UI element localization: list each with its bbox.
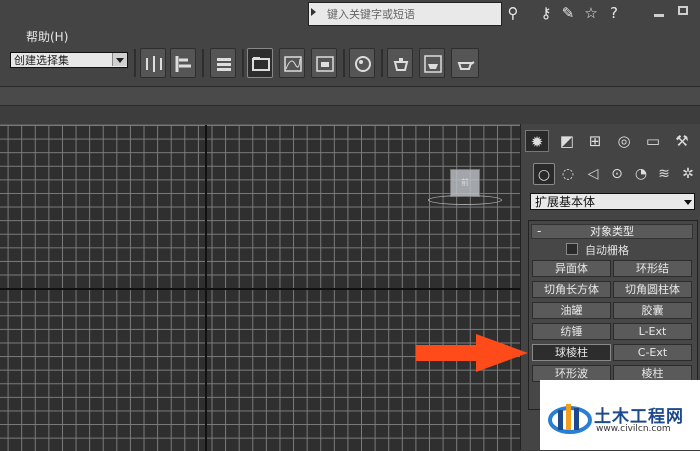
rollout-collapse-icon[interactable]: -: [537, 224, 541, 238]
teapot-frame-icon: [424, 55, 442, 73]
gengon-button[interactable]: 球棱柱: [532, 344, 611, 361]
key-icon[interactable]: ⚷: [536, 3, 556, 23]
cameras-icon[interactable]: ⊙: [606, 163, 628, 185]
chamfer-box-button[interactable]: 切角长方体: [532, 281, 611, 298]
search-expand-icon[interactable]: [311, 8, 316, 16]
rendered-frame-button[interactable]: [419, 48, 445, 78]
search-placeholder: 键入关键字或短语: [327, 8, 415, 21]
render-button[interactable]: [451, 48, 479, 78]
layer-manager-button[interactable]: [210, 48, 236, 78]
display-tab[interactable]: ▭: [641, 130, 665, 152]
space-warps-icon[interactable]: ≋: [653, 163, 675, 185]
oil-tank-button[interactable]: 油罐: [532, 302, 611, 319]
capsule-button[interactable]: 胶囊: [613, 302, 692, 319]
create-tab[interactable]: ✹: [525, 130, 549, 152]
hedra-button[interactable]: 异面体: [532, 260, 611, 277]
grid-axis-horizontal: [0, 288, 520, 290]
binoculars-icon[interactable]: ⚲: [503, 3, 523, 23]
object-category-dropdown[interactable]: 扩展基本体: [530, 193, 695, 210]
autogrid-label: 自动栅格: [585, 244, 629, 257]
render-setup-button[interactable]: [387, 48, 413, 78]
c-ext-button[interactable]: C-Ext: [613, 344, 692, 361]
scene-explorer-button[interactable]: [247, 48, 273, 78]
curve-editor-button[interactable]: [279, 48, 305, 78]
autogrid-checkbox[interactable]: [566, 243, 578, 255]
teapot-icon: [457, 61, 475, 70]
schematic-view-button[interactable]: [311, 48, 337, 78]
torus-knot-button[interactable]: 环形结: [613, 260, 692, 277]
systems-icon[interactable]: ✲: [677, 163, 699, 185]
toolbar-separator: [381, 49, 383, 77]
toolbar-separator: [242, 49, 244, 77]
chevron-down-icon: [116, 58, 124, 63]
render-setup-icon: [393, 58, 409, 71]
mirror-button[interactable]: [140, 48, 166, 78]
mirror-icon: [146, 56, 162, 72]
hierarchy-tab[interactable]: ⊞: [583, 130, 607, 152]
maximize-icon[interactable]: [678, 6, 688, 15]
watermark-logo-icon: [548, 404, 592, 434]
helpers-icon[interactable]: ◔: [630, 163, 652, 185]
material-sphere-icon: [355, 56, 371, 72]
toolbar-separator: [202, 49, 204, 77]
viewport-perspective[interactable]: 前: [0, 124, 520, 451]
chevron-down-icon: [684, 200, 692, 205]
chamfer-cyl-button[interactable]: 切角圆柱体: [613, 281, 692, 298]
spindle-button[interactable]: 纺锤: [532, 323, 611, 340]
viewcube-compass-ring[interactable]: [428, 195, 502, 205]
curve-editor-icon: [284, 56, 302, 72]
lights-icon[interactable]: ◁: [582, 163, 604, 185]
utilities-tab[interactable]: ⚒: [670, 130, 694, 152]
shapes-icon[interactable]: ◌: [557, 163, 579, 185]
schematic-icon: [316, 56, 334, 72]
l-ext-button[interactable]: L-Ext: [613, 323, 692, 340]
toolbar-separator: [343, 49, 345, 77]
minimize-icon[interactable]: [654, 14, 664, 17]
align-icon: [175, 56, 191, 72]
folder-icon: [252, 57, 270, 71]
annotation-arrow-icon: [416, 334, 528, 372]
help-icon[interactable]: ?: [604, 3, 624, 23]
layers-icon: [217, 58, 231, 71]
rollout-title[interactable]: 对象类型: [531, 224, 693, 239]
modify-tab[interactable]: ◩: [555, 130, 579, 152]
motion-tab[interactable]: ◎: [612, 130, 636, 152]
star-icon[interactable]: ☆: [581, 3, 601, 23]
material-editor-button[interactable]: [349, 48, 375, 78]
communication-icon[interactable]: ✎: [558, 3, 578, 23]
viewcube[interactable]: 前: [450, 169, 480, 197]
menu-help[interactable]: 帮助(H): [26, 28, 68, 45]
ribbon-strip: [0, 87, 700, 106]
align-button[interactable]: [170, 48, 196, 78]
geometry-icon[interactable]: ○: [533, 163, 555, 185]
watermark-url: www.civilcn.com: [596, 424, 671, 434]
ribbon-strip-lower: [0, 106, 700, 124]
selection-set-dropdown[interactable]: 创建选择集: [10, 52, 128, 68]
toolbar-separator: [134, 49, 136, 77]
